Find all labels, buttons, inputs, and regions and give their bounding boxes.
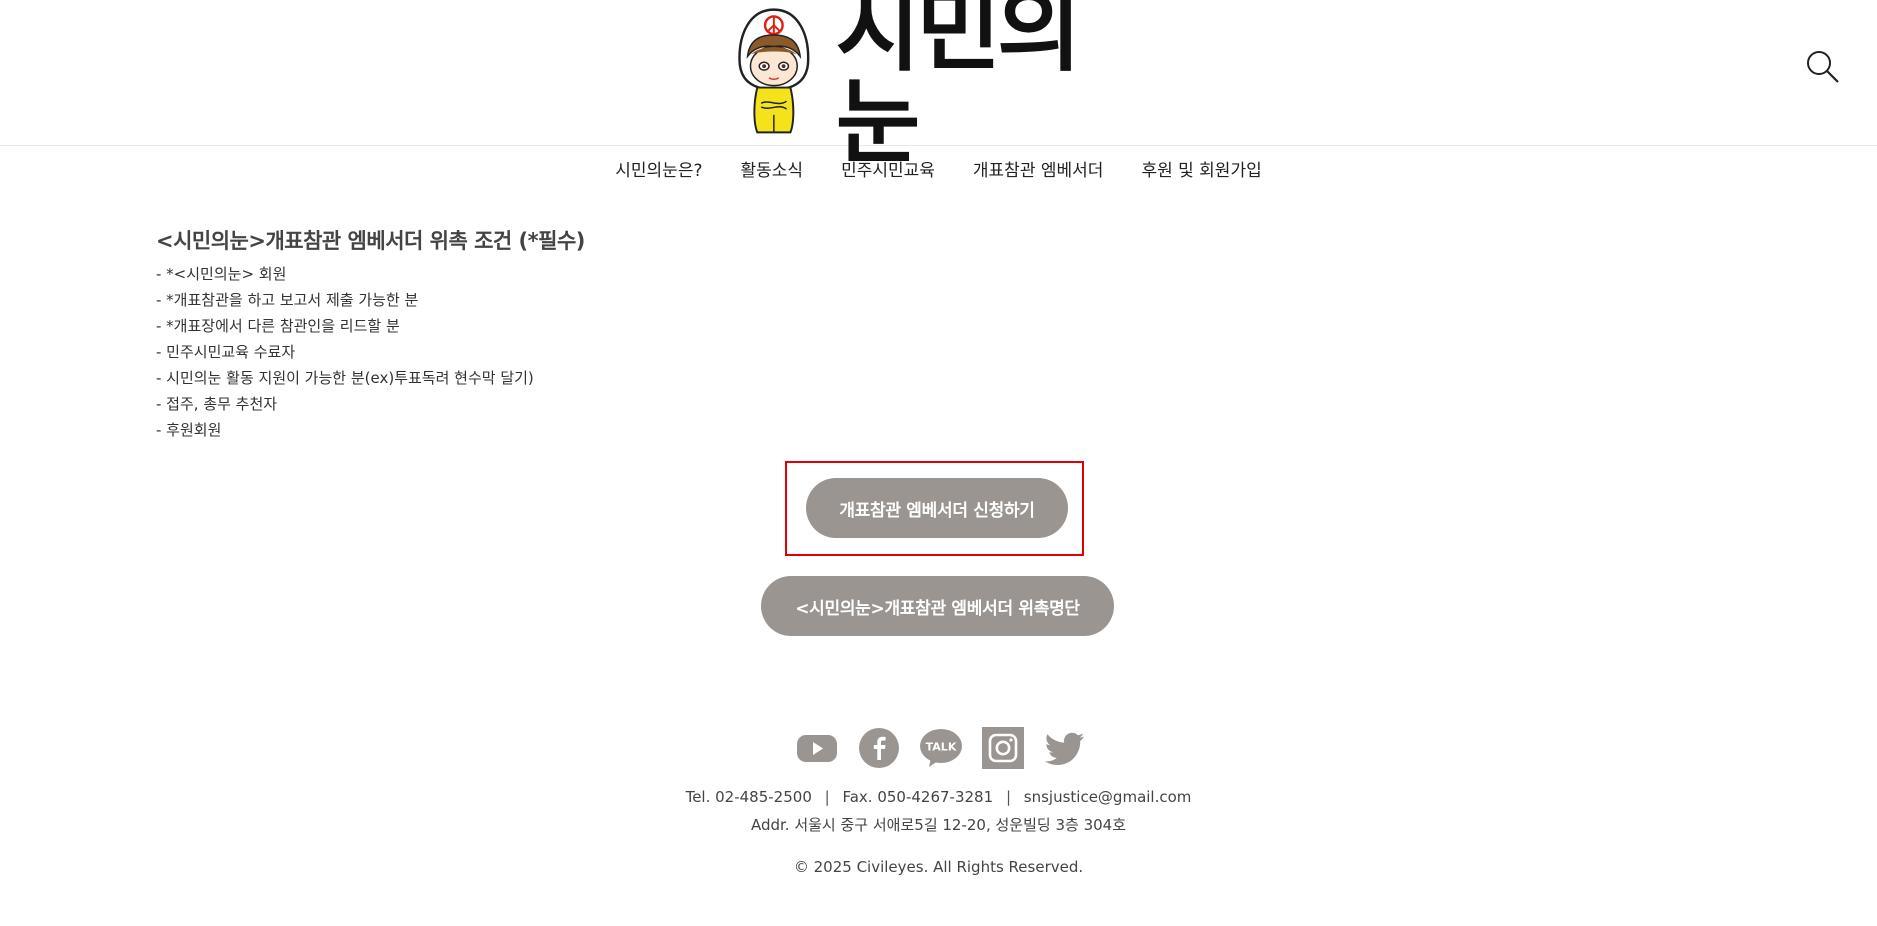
kakaotalk-label: TALK [926,741,957,754]
twitter-icon[interactable] [1043,726,1087,770]
nav-item-news[interactable]: 활동소식 [722,146,823,194]
nav-item-support[interactable]: 후원 및 회원가입 [1122,146,1280,194]
instagram-icon[interactable] [981,726,1025,770]
list-item: - *<시민의눈> 회원 [156,265,287,283]
footer-address: Addr. 서울시 중구 서애로5길 12-20, 성운빌딩 3층 304호 [750,816,1127,834]
site-header: 시민의눈 [0,0,1877,168]
logo-text: 시민의눈 [835,0,1082,176]
youtube-icon[interactable] [795,726,839,770]
list-item: - *개표장에서 다른 참관인을 리드할 분 [156,317,400,335]
footer-email[interactable]: snsjustice@gmail.com [1024,788,1192,806]
main-nav: 시민의눈은? 활동소식 민주시민교육 개표참관 엠베서더 후원 및 회원가입 [0,146,1877,194]
footer-separator: | [1005,788,1011,806]
list-item: - 민주시민교육 수료자 [156,343,296,361]
footer-copyright: © 2025 Civileyes. All Rights Reserved. [793,858,1084,876]
condition-list: - *<시민의눈> 회원 - *개표참관을 하고 보고서 제출 가능한 분 - … [156,261,1056,443]
nav-item-ambassador[interactable]: 개표참관 엠베서더 [954,146,1123,194]
site-logo[interactable]: 시민의눈 [730,0,1150,168]
ambassador-list-button[interactable]: <시민의눈>개표참관 엠베서더 위촉명단 [761,576,1114,636]
footer-separator: | [824,788,830,806]
list-item: - 후원회원 [156,421,222,439]
social-links: TALK [795,726,1087,770]
page-title: <시민의눈>개표참관 엠베서더 위촉 조건 (*필수) [156,229,585,253]
footer-tel: Tel. 02-485-2500 [685,788,812,806]
kakaotalk-icon[interactable]: TALK [919,726,963,770]
search-icon[interactable] [1806,50,1840,84]
facebook-icon[interactable] [857,726,901,770]
footer-fax: Fax. 050-4267-3281 [842,788,994,806]
nav-item-about[interactable]: 시민의눈은? [596,146,721,194]
apply-ambassador-button[interactable]: 개표참관 엠베서더 신청하기 [806,478,1068,538]
list-item: - 시민의눈 활동 지원이 가능한 분(ex)투표독려 현수막 달기) [156,369,534,387]
mascot-logo-icon [738,8,810,134]
ambassador-conditions: <시민의눈>개표참관 엠베서더 위촉 조건 (*필수) - *<시민의눈> 회원… [156,225,1056,443]
list-item: - *개표참관을 하고 보고서 제출 가능한 분 [156,291,419,309]
footer-contact: Tel. 02-485-2500 | Fax. 050-4267-3281 | … [0,788,1877,806]
list-item: - 접주, 총무 추천자 [156,395,278,413]
nav-item-education[interactable]: 민주시민교육 [822,146,954,194]
